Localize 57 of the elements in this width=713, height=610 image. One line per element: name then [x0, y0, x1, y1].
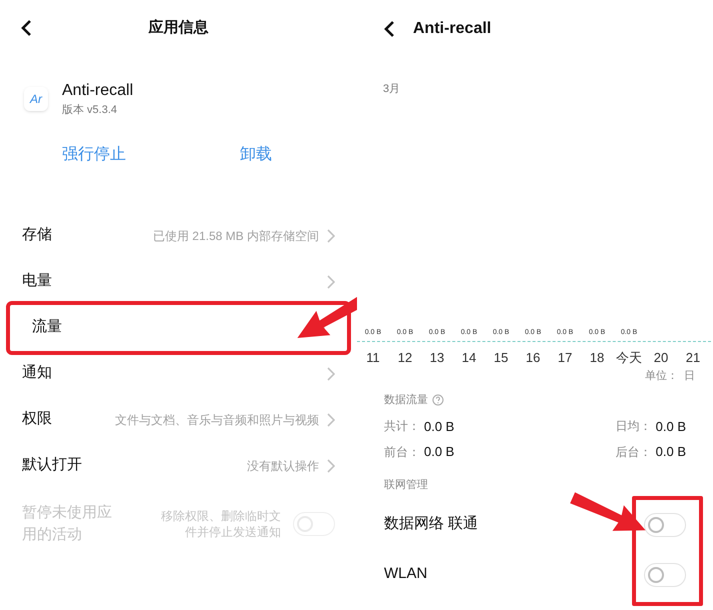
row-label: 通知: [22, 363, 52, 384]
row-label: 默认打开: [22, 455, 82, 476]
stat-value: 0.0 B: [424, 443, 454, 461]
stat-label: 共计：: [384, 418, 420, 436]
back-icon[interactable]: [20, 19, 32, 37]
stat-value: 0.0 B: [424, 418, 454, 436]
row-value: 已使用 21.58 MB 内部存储空间: [152, 228, 320, 244]
day-label: 11: [366, 349, 380, 367]
stat-label: 前台：: [384, 444, 420, 461]
help-icon[interactable]: [432, 394, 444, 406]
app-icon: Ar: [24, 87, 48, 112]
row-value: 移除权限、删除临时文件并停止发送通知: [160, 508, 282, 540]
settings-row[interactable]: 通知: [0, 350, 357, 396]
chevron-right-icon: [327, 458, 335, 472]
toggle-switch[interactable]: [644, 562, 686, 586]
page-title: Anti-recall: [413, 19, 492, 39]
day-label: 15: [494, 349, 508, 367]
day-label: 12: [398, 349, 412, 367]
section-title: 数据流量: [384, 392, 428, 408]
row-label: 流量: [32, 317, 62, 338]
row-value: 没有默认操作: [246, 458, 320, 474]
chevron-right-icon: [327, 274, 335, 288]
stat-label: 日均：: [616, 418, 652, 436]
network-label: 数据网络 联通: [384, 514, 478, 534]
settings-row[interactable]: 电量: [0, 258, 357, 304]
network-label: WLAN: [384, 564, 428, 584]
chevron-right-icon: [327, 412, 335, 426]
day-label: 20: [654, 349, 668, 367]
row-label: 权限: [22, 409, 52, 430]
settings-row[interactable]: 存储 已使用 21.58 MB 内部存储空间: [0, 212, 357, 258]
day-label: 今天: [616, 349, 642, 367]
settings-row[interactable]: 默认打开 没有默认操作: [0, 442, 357, 488]
day-label: 18: [590, 349, 604, 367]
day-label: 17: [558, 349, 572, 367]
app-name: Anti-recall: [62, 81, 134, 101]
day-label: 13: [430, 349, 444, 367]
row-value: 文件与文档、音乐与音频和照片与视频: [114, 412, 320, 428]
stat-value: 0.0 B: [656, 418, 686, 436]
month-label: 3月: [383, 83, 400, 95]
day-label: 21: [686, 349, 700, 367]
day-label: 16: [526, 349, 540, 367]
stat-value: 0.0 B: [656, 443, 686, 461]
unit-label: 单位： 日: [644, 368, 695, 384]
toggle-switch[interactable]: [644, 512, 686, 536]
chevron-right-icon: [327, 228, 335, 242]
app-version: 版本 v5.3.4: [62, 103, 118, 118]
page-title: 应用信息: [148, 18, 208, 38]
row-label: 暂停未使用应用的活动: [22, 502, 113, 544]
back-icon[interactable]: [383, 20, 395, 38]
section-title: 联网管理: [384, 478, 428, 490]
row-label: 存储: [22, 225, 52, 246]
day-label: 14: [462, 349, 476, 367]
stat-label: 后台：: [616, 444, 652, 461]
settings-row[interactable]: 流量: [10, 304, 347, 350]
chevron-right-icon: [327, 366, 335, 380]
settings-row[interactable]: 权限 文件与文档、音乐与音频和照片与视频: [0, 396, 357, 442]
row-label: 电量: [22, 271, 52, 292]
